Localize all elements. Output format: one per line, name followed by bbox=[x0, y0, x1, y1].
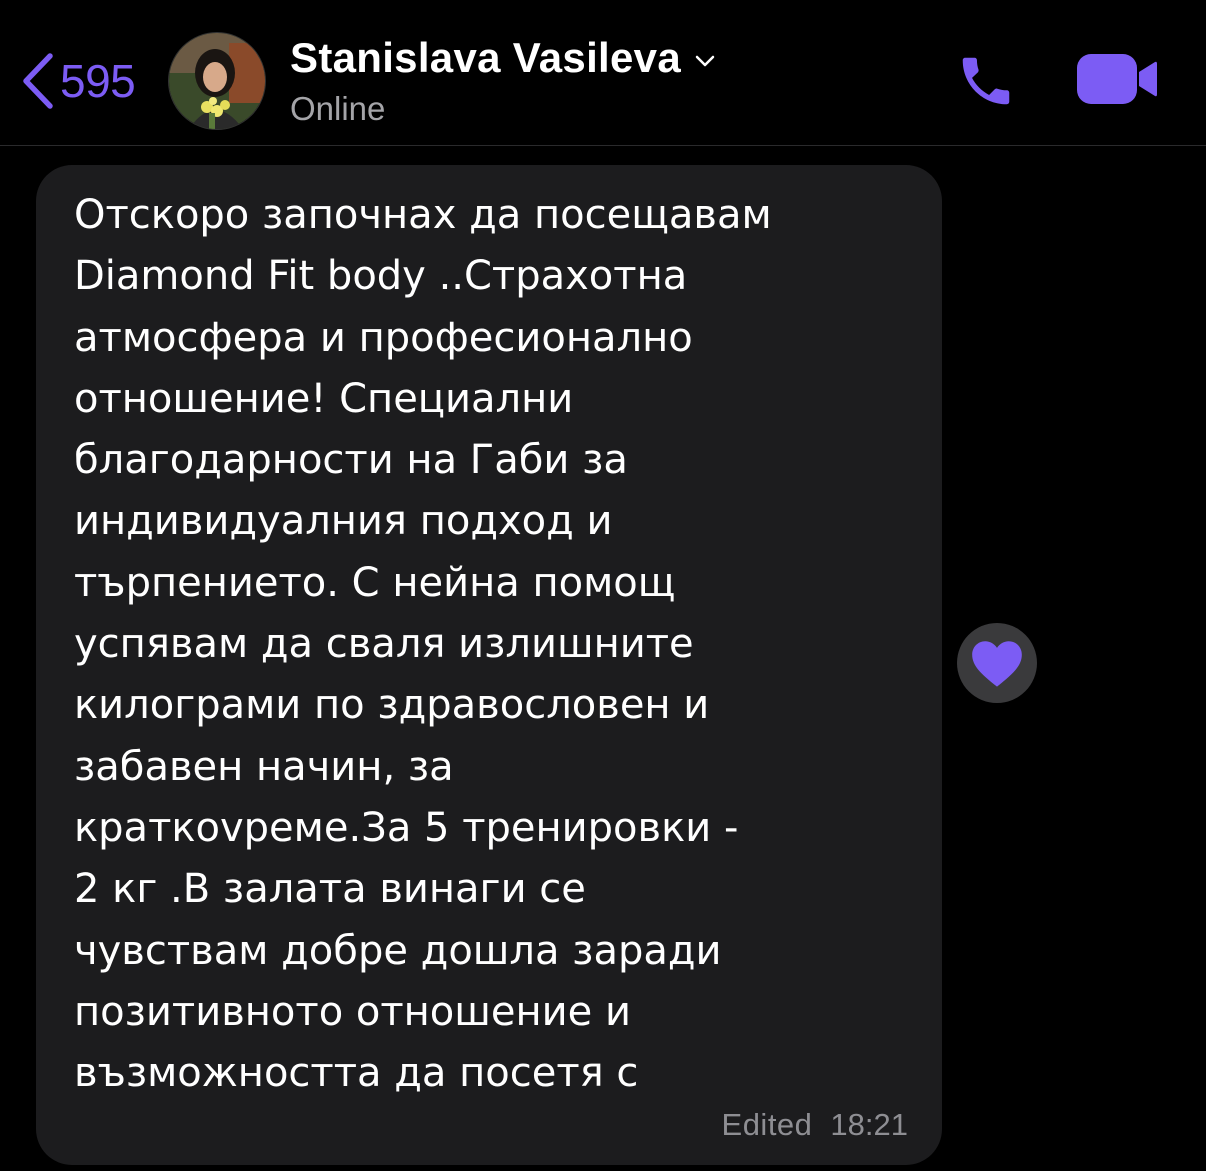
contact-name-button[interactable]: Stanislava Vasileva bbox=[290, 34, 715, 82]
back-button[interactable]: 595 bbox=[20, 50, 136, 112]
contact-name: Stanislava Vasileva bbox=[290, 34, 681, 81]
video-call-button[interactable] bbox=[1075, 50, 1159, 108]
unread-count: 595 bbox=[60, 55, 136, 107]
reaction-button[interactable] bbox=[957, 623, 1037, 703]
message-time: 18:21 bbox=[830, 1107, 908, 1142]
chevron-down-icon bbox=[695, 55, 715, 67]
contact-status: Online bbox=[290, 90, 386, 127]
message-text: Отскоро започнах да посещавам Diamond Fi… bbox=[74, 192, 772, 1097]
chat-header: 595 Stanislava Vasileva Online bbox=[0, 0, 1206, 146]
edited-label: Edited bbox=[721, 1107, 813, 1142]
message-meta: Edited 18:21 bbox=[722, 1107, 908, 1143]
phone-icon bbox=[962, 57, 1010, 105]
message-bubble[interactable]: Отскоро започнах да посещавам Diamond Fi… bbox=[36, 165, 942, 1165]
chevron-left-icon bbox=[23, 53, 53, 109]
call-button[interactable] bbox=[955, 50, 1017, 112]
heart-icon bbox=[972, 641, 1022, 687]
contact-avatar[interactable] bbox=[168, 32, 266, 130]
video-camera-icon bbox=[1077, 54, 1157, 104]
